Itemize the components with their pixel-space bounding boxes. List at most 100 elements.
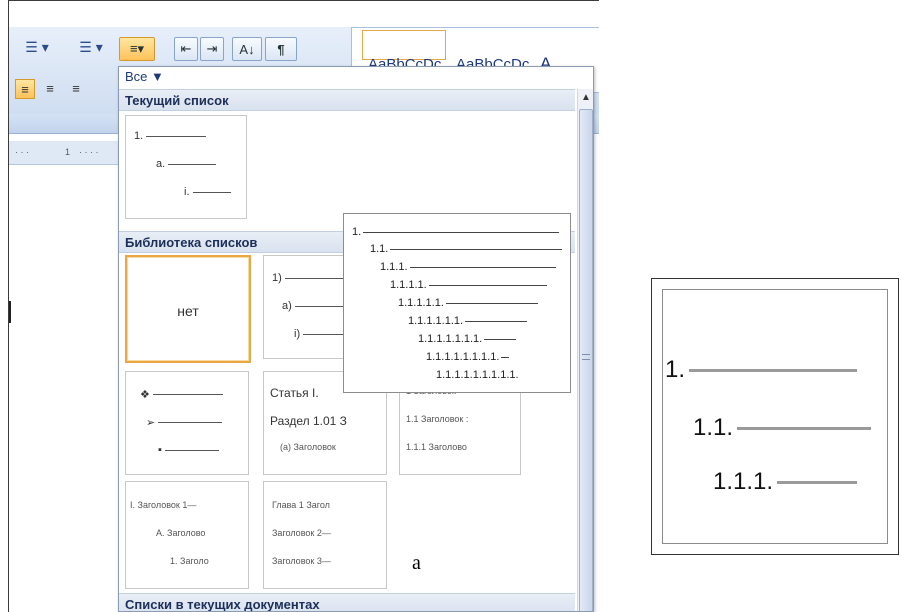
section-current-list: Текущий список: [119, 89, 575, 111]
level-line: [146, 135, 207, 137]
list-style-bullets[interactable]: ❖ ➢ ▪: [125, 371, 249, 475]
level-label: i.: [184, 186, 190, 198]
bullets-button[interactable]: ☰ ▾: [13, 37, 61, 57]
ruler-ticks: · · ·: [15, 147, 29, 157]
multilevel-list-button[interactable]: ≡▾: [119, 37, 155, 61]
numbering-button[interactable]: ☰ ▾: [65, 37, 117, 57]
tooltip-row: 1.: [352, 226, 560, 238]
level-label: 1.1.1.: [713, 468, 774, 495]
tooltip-row: 1.1.1.1.1.1.1.: [418, 333, 517, 345]
level-label: 1.1.1.1.1.1.: [408, 315, 464, 327]
level-line: [294, 305, 345, 307]
tooltip-row: 1.1.1.: [380, 261, 556, 273]
level-line: [484, 338, 517, 340]
level-label: a.: [156, 158, 166, 170]
list-style-current[interactable]: 1. a. i.: [125, 115, 247, 219]
level-label: a): [282, 300, 292, 312]
decrease-indent-button[interactable]: ⇤: [174, 37, 198, 61]
list-style-roman[interactable]: I. Заголовок 1— A. Заголово 1. Заголо: [125, 481, 249, 589]
level-label: 1.1.1.1.1.: [398, 297, 444, 309]
zoom-row: 1.: [665, 356, 858, 384]
tooltip-row: 1.1.1.1.: [390, 279, 547, 291]
level-line: [168, 163, 217, 165]
align-right-icon[interactable]: ≡: [67, 79, 85, 97]
level-line: [428, 284, 547, 286]
tile-row: Раздел 1.01 З: [270, 414, 347, 428]
level-line: [284, 277, 345, 279]
level-line: [501, 356, 510, 358]
scroll-thumb[interactable]: [579, 109, 593, 611]
tooltip-row: 1.1.1.1.1.: [398, 297, 538, 309]
zoomed-preview-tile: 1. 1.1. 1.1.1.: [662, 289, 888, 544]
tile-row: Заголовок 3—: [272, 556, 331, 566]
level-line: [164, 449, 219, 451]
tile-row: (a) Заголовок: [280, 442, 336, 452]
tile-row: 1.1.1 Заголово: [406, 442, 467, 452]
ruler-mark: 1: [65, 147, 71, 157]
zoom-row: 1.1.: [693, 414, 872, 442]
tile-row: 1): [272, 272, 345, 284]
tile-row: ➢: [146, 416, 223, 429]
level-label: 1.1.1.1.1.1.1.: [418, 333, 483, 345]
level-label: 1.1.1.1.1.1.1.1.: [426, 351, 500, 363]
tile-row: 1. Заголо: [170, 556, 209, 566]
scroll-grip-icon: [582, 354, 590, 360]
level-label: 1.1.1.1.: [390, 279, 427, 291]
filter-dropdown[interactable]: Все ▼: [119, 67, 593, 87]
level-line: [390, 248, 563, 250]
level-label: 1.1.: [370, 243, 389, 255]
tooltip-row: 1.1.1.1.1.1.1.1.1.: [436, 369, 519, 381]
level-line: [445, 302, 538, 304]
level-line: [777, 480, 858, 484]
level-line: [409, 266, 556, 268]
none-label: нет: [177, 303, 199, 319]
level-line: [303, 333, 344, 335]
align-center-icon[interactable]: ≡: [41, 79, 59, 97]
ruler: · · · 1 · · · ·: [9, 141, 129, 165]
zoomed-preview: 1. 1.1. 1.1.1.: [651, 278, 899, 555]
level-label: 1.: [352, 226, 362, 238]
tile-row: i): [294, 328, 344, 340]
level-label: 1.1.1.: [380, 261, 408, 273]
tile-row: a.: [156, 158, 217, 170]
list-style-none[interactable]: нет: [125, 255, 251, 363]
tile-row: i.: [184, 186, 231, 198]
figure-caption: a: [412, 552, 421, 574]
sort-button[interactable]: A↓: [232, 37, 262, 61]
arrow-bullet-icon: ➢: [146, 417, 156, 429]
ruler-ticks-2: · · · ·: [79, 147, 99, 157]
level-line: [192, 191, 231, 193]
tile-row: A. Заголово: [156, 528, 206, 538]
level-label: 1.: [665, 356, 686, 383]
level-label: 1.1.1.1.1.1.1.1.1.: [436, 369, 519, 381]
tooltip-row: 1.1.1.1.1.1.: [408, 315, 528, 327]
tile-row: ❖: [140, 388, 223, 401]
document-page[interactable]: [9, 166, 129, 612]
tile-row: Статья I.: [270, 386, 319, 400]
show-formatting-button[interactable]: ¶: [265, 37, 297, 61]
tile-row: 1.: [134, 130, 207, 142]
level-line: [158, 422, 223, 423]
align-left-icon[interactable]: ≡: [15, 79, 35, 99]
level-line: [152, 394, 223, 395]
zoom-row: 1.1.1.: [713, 468, 858, 496]
tile-row: I. Заголовок 1—: [130, 500, 197, 510]
tooltip-row: 1.1.1.1.1.1.1.1.: [426, 351, 510, 363]
section-document-lists: Списки в текущих документах: [119, 593, 575, 611]
increase-indent-button[interactable]: ⇥: [200, 37, 224, 61]
list-style-chapter[interactable]: Глава 1 Загол Заголовок 2— Заголовок 3—: [263, 481, 387, 589]
vertical-scrollbar[interactable]: ▲: [577, 89, 593, 611]
text-cursor: [9, 301, 11, 323]
tile-row: Глава 1 Загол: [272, 500, 330, 510]
level-line: [363, 231, 560, 233]
square-bullet-icon: ▪: [158, 444, 162, 456]
scroll-up-arrow-icon[interactable]: ▲: [578, 89, 593, 105]
level-label: 1.1.: [693, 414, 734, 441]
tile-row: Заголовок 2—: [272, 528, 331, 538]
tooltip-row: 1.1.: [370, 243, 563, 255]
list-preview-tooltip: 1. 1.1. 1.1.1. 1.1.1.1. 1.1.1.1.1. 1.1.1…: [343, 213, 571, 393]
level-label: 1.: [134, 130, 144, 142]
level-label: 1): [272, 272, 282, 284]
tile-row: 1.1 Заголовок :: [406, 414, 469, 424]
level-line: [689, 368, 858, 372]
